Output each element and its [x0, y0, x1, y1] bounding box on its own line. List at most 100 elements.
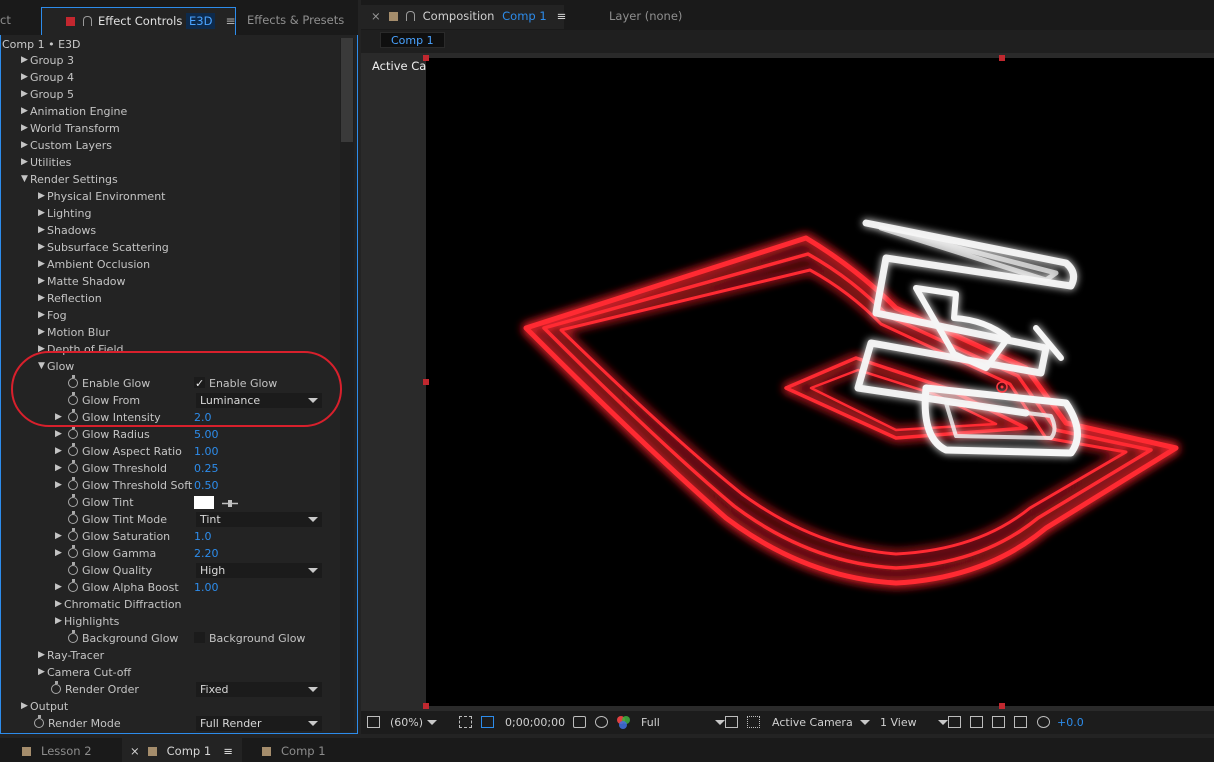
- tab-lesson-2[interactable]: Lesson 2: [22, 738, 92, 762]
- stopwatch-icon[interactable]: [68, 392, 78, 405]
- property-row[interactable]: ▶ Chromatic Diffraction: [0, 596, 340, 613]
- property-row[interactable]: ▶ Glow Radius 5.00: [0, 426, 340, 443]
- expand-triangle-icon[interactable]: ▶: [55, 409, 62, 426]
- property-checkbox[interactable]: ✓: [194, 377, 205, 390]
- property-row[interactable]: Enable Glow ✓ Enable Glow: [0, 375, 340, 392]
- bounding-handle[interactable]: [999, 703, 1005, 709]
- expand-triangle-icon[interactable]: ▶: [21, 154, 28, 171]
- tab-composition[interactable]: × Composition Comp 1 ≡: [361, 5, 567, 29]
- property-row[interactable]: ▶ Glow Threshold Soft 0.50: [0, 477, 340, 494]
- transparency-grid-icon[interactable]: [459, 716, 472, 728]
- expand-triangle-icon[interactable]: ▶: [55, 528, 62, 545]
- expand-triangle-icon[interactable]: ▶: [38, 256, 45, 273]
- tab-layer[interactable]: Layer (none): [609, 5, 682, 29]
- view-layout-dropdown[interactable]: 1 View: [880, 711, 948, 734]
- expand-triangle-icon[interactable]: ▶: [55, 426, 62, 443]
- stopwatch-icon[interactable]: [68, 409, 78, 422]
- flowchart-icon[interactable]: [1014, 716, 1027, 728]
- property-row[interactable]: ▶ Glow Intensity 2.0: [0, 409, 340, 426]
- stopwatch-icon[interactable]: [34, 715, 44, 728]
- property-row[interactable]: ▶ Physical Environment: [0, 188, 340, 205]
- timeline-icon[interactable]: [970, 716, 983, 728]
- tab-effects-presets[interactable]: Effects & Presets: [247, 7, 344, 35]
- stopwatch-icon[interactable]: [51, 681, 61, 694]
- expand-triangle-icon[interactable]: ▶: [55, 443, 62, 460]
- timecode[interactable]: 0;00;00;00: [505, 711, 565, 734]
- property-row[interactable]: ▶ Glow Gamma 2.20: [0, 545, 340, 562]
- expand-triangle-icon[interactable]: ▶: [38, 239, 45, 256]
- tab-comp-1-timeline[interactable]: × Comp 1 ≡: [122, 738, 242, 762]
- property-row[interactable]: ▶ Ambient Occlusion: [0, 256, 340, 273]
- fast-previews-icon[interactable]: [725, 716, 738, 728]
- expand-triangle-icon[interactable]: ▶: [38, 290, 45, 307]
- property-row[interactable]: ▶ Subsurface Scattering: [0, 239, 340, 256]
- expand-triangle-icon[interactable]: ▶: [21, 86, 28, 103]
- bounding-handle[interactable]: [423, 379, 429, 385]
- region-of-interest-icon[interactable]: [367, 716, 380, 728]
- expand-triangle-icon[interactable]: ▶: [38, 222, 45, 239]
- panel-menu-icon[interactable]: ≡: [223, 744, 233, 758]
- exposure-reset-icon[interactable]: [1037, 716, 1050, 728]
- toggle-transparency-icon[interactable]: [747, 716, 760, 728]
- property-row[interactable]: ▶ Lighting: [0, 205, 340, 222]
- property-dropdown[interactable]: Full Render: [196, 716, 322, 731]
- mask-path-icon[interactable]: [481, 716, 494, 728]
- panel-menu-icon[interactable]: ≡: [557, 9, 567, 23]
- property-row[interactable]: ▶ Group 3: [0, 52, 340, 69]
- stopwatch-icon[interactable]: [68, 579, 78, 592]
- property-value[interactable]: 1.00: [194, 579, 219, 596]
- property-value[interactable]: 2.0: [194, 409, 212, 426]
- close-icon[interactable]: ×: [130, 744, 140, 758]
- property-row[interactable]: ▶ Output: [0, 698, 340, 715]
- stopwatch-icon[interactable]: [68, 528, 78, 541]
- property-row[interactable]: Glow Quality High: [0, 562, 340, 579]
- property-row[interactable]: ▶ Reflection: [0, 290, 340, 307]
- property-dropdown[interactable]: Fixed: [196, 682, 322, 697]
- property-row[interactable]: ▶ Shadows: [0, 222, 340, 239]
- panel-menu-icon[interactable]: ≡: [225, 8, 235, 34]
- zoom-dropdown[interactable]: (60%): [390, 711, 438, 734]
- expand-triangle-icon[interactable]: ▶: [38, 664, 45, 681]
- property-row[interactable]: ▼ Render Settings: [0, 171, 340, 188]
- property-row[interactable]: ▶ Matte Shadow: [0, 273, 340, 290]
- expand-triangle-icon[interactable]: ▶: [38, 273, 45, 290]
- tab-effect-controls[interactable]: Effect Controls E3D ≡: [41, 7, 236, 35]
- tab-comp-1-other[interactable]: Comp 1: [262, 738, 326, 762]
- comp-subtab[interactable]: Comp 1: [380, 32, 445, 48]
- property-row[interactable]: ▶ Glow Threshold 0.25: [0, 460, 340, 477]
- resolution-dropdown[interactable]: Full: [641, 711, 725, 734]
- composition-viewer[interactable]: Active Camera: [361, 53, 1214, 711]
- bounding-handle[interactable]: [999, 55, 1005, 61]
- stopwatch-icon[interactable]: [68, 426, 78, 439]
- property-row[interactable]: Glow Tint Mode Tint: [0, 511, 340, 528]
- stopwatch-icon[interactable]: [68, 545, 78, 558]
- close-icon[interactable]: ×: [371, 9, 381, 23]
- expand-triangle-icon[interactable]: ▶: [38, 205, 45, 222]
- eyedropper-icon[interactable]: [221, 497, 239, 508]
- property-value[interactable]: 0.50: [194, 477, 219, 494]
- stopwatch-icon[interactable]: [68, 460, 78, 473]
- scroll-thumb[interactable]: [341, 38, 353, 142]
- property-checkbox[interactable]: [194, 632, 205, 643]
- expand-triangle-icon[interactable]: ▶: [38, 324, 45, 341]
- property-value[interactable]: 0.25: [194, 460, 219, 477]
- expand-triangle-icon[interactable]: ▶: [38, 307, 45, 324]
- expand-triangle-icon[interactable]: ▶: [55, 613, 62, 630]
- property-row[interactable]: Render Mode Full Render: [0, 715, 340, 732]
- property-value[interactable]: 1.00: [194, 443, 219, 460]
- expand-triangle-icon[interactable]: ▶: [55, 460, 62, 477]
- property-row[interactable]: Render Order Fixed: [0, 681, 340, 698]
- collapse-triangle-icon[interactable]: ▼: [21, 171, 28, 188]
- stopwatch-icon[interactable]: [68, 494, 78, 507]
- property-dropdown[interactable]: High: [196, 563, 322, 578]
- property-row[interactable]: ▶ Depth of Field: [0, 341, 340, 358]
- expand-triangle-icon[interactable]: ▶: [21, 698, 28, 715]
- expand-triangle-icon[interactable]: ▶: [38, 341, 45, 358]
- anchor-point-icon[interactable]: [996, 381, 1008, 393]
- property-row[interactable]: ▶ Group 4: [0, 69, 340, 86]
- expand-triangle-icon[interactable]: ▶: [38, 647, 45, 664]
- property-row[interactable]: ▶ Highlights: [0, 613, 340, 630]
- expand-triangle-icon[interactable]: ▶: [21, 137, 28, 154]
- property-row[interactable]: ▶ World Transform: [0, 120, 340, 137]
- property-row[interactable]: ▶ Glow Aspect Ratio 1.00: [0, 443, 340, 460]
